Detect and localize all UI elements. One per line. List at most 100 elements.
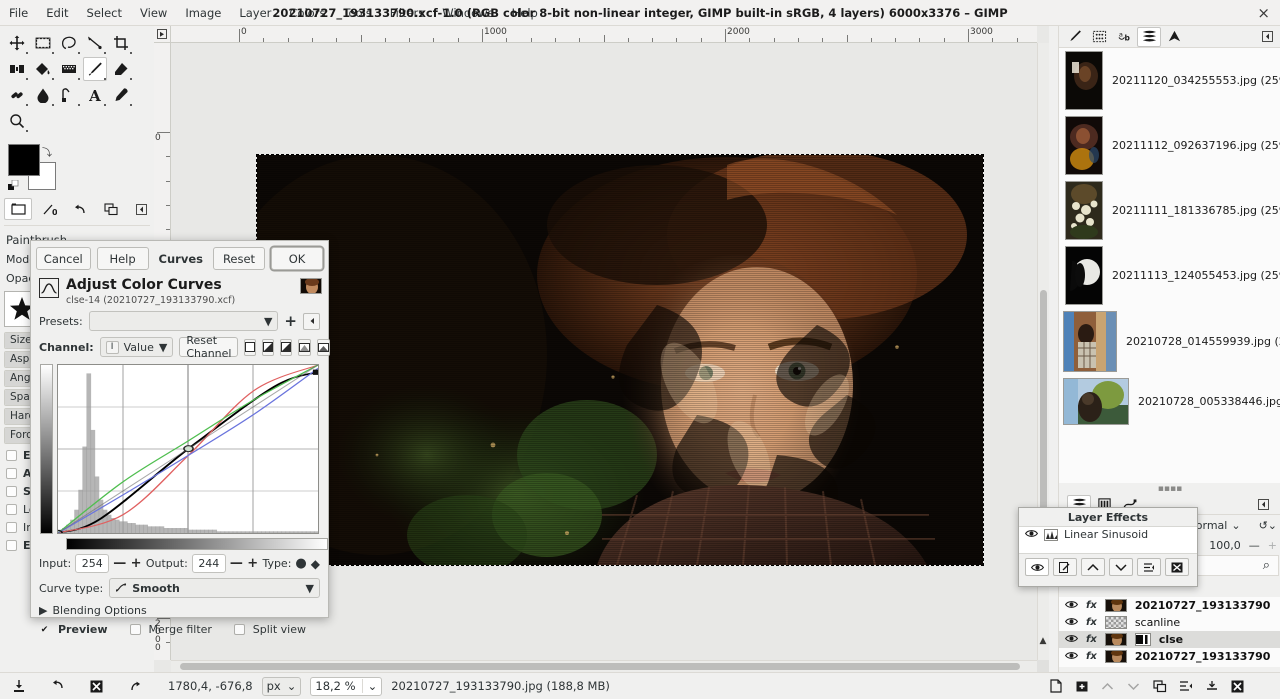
input-levels-icon[interactable] <box>298 338 312 356</box>
list-item[interactable]: 20210728_005338446.jpg (6000 × <box>1059 375 1280 428</box>
layer-fx-icon[interactable]: fx <box>1086 634 1097 645</box>
unit-combo[interactable]: px ⌄ <box>261 676 302 696</box>
tab-device-status[interactable] <box>1087 27 1111 47</box>
raise-layer-button[interactable] <box>1100 679 1115 694</box>
rectangle-select-tool[interactable] <box>31 31 55 55</box>
table-row[interactable]: fx clse <box>1059 631 1280 648</box>
menu-filters[interactable]: Filters <box>381 3 433 23</box>
dock-separator[interactable]: ▪▪▪▪ <box>1059 483 1280 495</box>
layers-menu-icon[interactable] <box>1255 496 1272 513</box>
layer-opacity-value[interactable]: 100,0 <box>1209 539 1241 552</box>
channel-combo[interactable]: I Value ▼ <box>99 337 174 357</box>
curves-graph[interactable] <box>53 364 322 537</box>
layer-opacity-minus-icon[interactable]: — <box>1249 539 1260 552</box>
split-view-checkbox[interactable] <box>233 624 245 635</box>
list-item[interactable]: 20211113_124055453.jpg (2598 × 46 <box>1059 243 1280 308</box>
add-preset-icon[interactable]: + <box>284 312 297 330</box>
images-list[interactable]: 20211120_034255553.jpg (2598 × 4 2021111… <box>1059 48 1280 483</box>
effect-edit-button[interactable] <box>1053 558 1077 576</box>
align-tool[interactable] <box>5 57 29 81</box>
merge-filter-checkbox[interactable] <box>129 624 141 635</box>
effect-merge-button[interactable] <box>1137 558 1161 576</box>
lower-layer-button[interactable] <box>1126 679 1141 694</box>
visibility-icon[interactable] <box>1064 650 1079 663</box>
menu-layer[interactable]: Layer <box>230 3 280 23</box>
reset-colors-icon[interactable] <box>8 179 20 195</box>
menu-select[interactable]: Select <box>78 3 131 23</box>
restore-tool-preset-icon[interactable] <box>50 679 65 694</box>
layer-fx-icon[interactable]: fx <box>1086 617 1097 628</box>
layers-list[interactable]: fx 20210727_193133790 fx scanline fx cls… <box>1059 597 1280 667</box>
point-corner-icon[interactable]: ◆ <box>311 557 320 571</box>
visibility-icon[interactable] <box>1064 633 1079 646</box>
table-row[interactable]: fx 20210727_193133790 <box>1059 648 1280 665</box>
input-field[interactable]: 254 <box>75 554 110 573</box>
table-row[interactable]: fx scanline <box>1059 614 1280 631</box>
swap-colors-icon[interactable]: ⤵ <box>42 144 52 159</box>
free-select-tool[interactable] <box>57 31 81 55</box>
layer-opacity-plus-icon[interactable]: + <box>1268 539 1277 552</box>
ruler-origin-button[interactable] <box>154 26 171 43</box>
visibility-icon[interactable] <box>1064 616 1079 629</box>
menu-image[interactable]: Image <box>176 3 230 23</box>
output-minus-icon[interactable]: — <box>230 556 243 571</box>
duplicate-icon[interactable] <box>97 198 125 220</box>
output-plus-icon[interactable]: + <box>247 556 259 571</box>
ok-button[interactable]: OK <box>271 247 323 270</box>
canvas-horizontal-scrollbar[interactable] <box>171 660 1037 672</box>
foreground-color-swatch[interactable] <box>8 144 40 176</box>
effect-lower-button[interactable] <box>1109 558 1133 576</box>
effect-visibility-button[interactable] <box>1025 558 1049 576</box>
layer-fx-icon[interactable]: fx <box>1086 600 1097 611</box>
menu-edit[interactable]: Edit <box>37 3 77 23</box>
tab-images[interactable] <box>1137 26 1161 47</box>
output-levels-icon[interactable] <box>317 338 331 356</box>
input-minus-icon[interactable]: — <box>113 556 126 571</box>
paths-tool[interactable] <box>83 31 107 55</box>
menu-help[interactable]: Help <box>503 3 547 23</box>
layer-mode-reset-icon[interactable]: ↺⌄ <box>1259 519 1277 532</box>
duplicate-layer-button[interactable] <box>1152 679 1167 694</box>
smudge-tool[interactable] <box>31 83 55 107</box>
reset-channel-button[interactable]: Reset Channel <box>179 334 239 360</box>
move-tool[interactable] <box>5 31 29 55</box>
reset-button[interactable]: Reset <box>213 247 265 270</box>
reset-tool-options-icon[interactable] <box>127 679 142 694</box>
close-icon[interactable]: × <box>1247 4 1280 22</box>
navigation-button[interactable] <box>1037 660 1049 672</box>
menu-windows[interactable]: Windows <box>433 3 502 23</box>
menu-view[interactable]: View <box>131 3 176 23</box>
point-smooth-icon[interactable]: ● <box>295 556 306 571</box>
dock-menu-icon[interactable] <box>1259 28 1276 45</box>
linear-histogram-icon[interactable] <box>244 338 257 356</box>
curves-dialog[interactable]: Cancel Help Curves Reset OK Adjust Color… <box>30 240 331 636</box>
menu-tools[interactable]: Tools <box>334 3 380 23</box>
effect-delete-button[interactable] <box>1165 558 1189 576</box>
image-window-icon[interactable] <box>4 198 32 220</box>
preset-menu-icon[interactable] <box>303 312 320 330</box>
clone-tool[interactable] <box>5 83 29 107</box>
color-swatches[interactable]: ⤵ <box>8 144 68 190</box>
curve-free-icon[interactable] <box>280 338 293 356</box>
color-picker-tool[interactable] <box>109 83 133 107</box>
horizontal-ruler[interactable]: 0 1000 2000 3000 <box>171 26 1037 43</box>
brush-dynamics-icon[interactable]: 0 <box>35 198 63 220</box>
input-plus-icon[interactable]: + <box>130 556 142 571</box>
scroll-up-arrow-icon[interactable]: ▲ <box>1037 634 1049 648</box>
merge-down-button[interactable] <box>1204 679 1219 694</box>
table-row[interactable]: fx 20210727_193133790 <box>1059 597 1280 614</box>
list-item[interactable]: Linear Sinusoid <box>1019 527 1197 542</box>
zoom-tool[interactable] <box>5 109 29 133</box>
effect-raise-button[interactable] <box>1081 558 1105 576</box>
toolbox-menu-icon[interactable] <box>133 201 150 218</box>
cancel-button[interactable]: Cancel <box>36 247 91 270</box>
gradient-tool[interactable] <box>57 57 81 81</box>
output-field[interactable]: 244 <box>191 554 226 573</box>
list-item[interactable]: 20211111_181336785.jpg (2598 × 46 <box>1059 178 1280 243</box>
layer-effects-list[interactable]: Linear Sinusoid <box>1019 526 1197 554</box>
crop-tool[interactable] <box>109 31 133 55</box>
presets-combo[interactable]: ▼ <box>88 311 279 331</box>
logarithmic-histogram-icon[interactable] <box>262 338 275 356</box>
image-canvas[interactable] <box>207 150 984 585</box>
new-layer-button[interactable] <box>1048 679 1063 694</box>
